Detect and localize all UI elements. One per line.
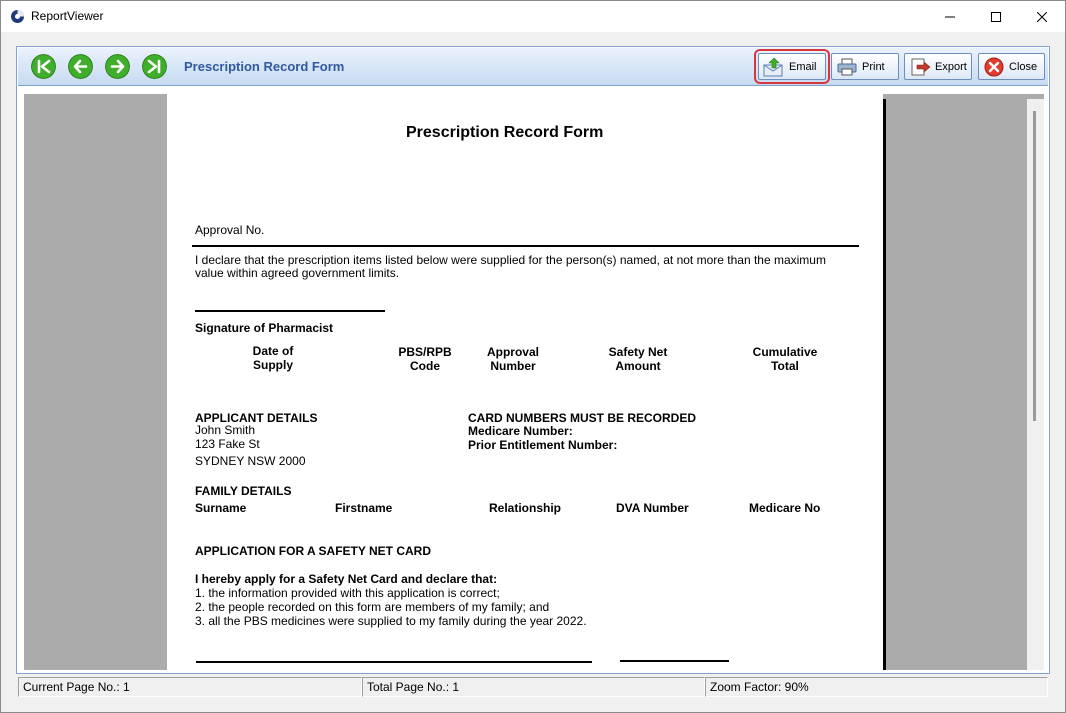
status-bar: Current Page No.: 1 Total Page No.: 1 Zo… bbox=[18, 677, 1048, 697]
applicant-signature-rule bbox=[196, 661, 592, 663]
family-col-relationship: Relationship bbox=[489, 501, 562, 515]
applicant-street: 123 Fake St bbox=[195, 437, 260, 451]
report-viewer-window: ReportViewer Prescription Record Form Em… bbox=[0, 0, 1066, 713]
family-col-medicare-no: Medicare No bbox=[749, 501, 821, 515]
export-button-label: Export bbox=[935, 61, 967, 73]
printer-icon bbox=[837, 58, 857, 76]
declaration-line-1: I declare that the prescription items li… bbox=[195, 253, 826, 267]
next-page-icon[interactable] bbox=[105, 54, 130, 79]
email-button[interactable]: Email bbox=[754, 49, 830, 84]
title-bar: ReportViewer bbox=[1, 1, 1065, 32]
column-safety-net-amount: Safety Net Amount bbox=[608, 345, 668, 373]
date-signature-rule bbox=[620, 660, 729, 662]
report-title: Prescription Record Form bbox=[406, 124, 604, 141]
email-button-label: Email bbox=[789, 61, 817, 73]
prior-entitlement-label: Prior Entitlement Number: bbox=[468, 438, 618, 452]
status-current-page: Current Page No.: 1 bbox=[18, 677, 362, 697]
close-icon bbox=[1037, 11, 1047, 22]
approval-rule bbox=[192, 245, 859, 247]
apply-item-2: 2. the people recorded on this form are … bbox=[195, 600, 550, 614]
column-pbs-code: PBS/RPB Code bbox=[398, 345, 452, 373]
signature-rule bbox=[195, 310, 385, 312]
vertical-scrollbar[interactable] bbox=[1027, 99, 1044, 670]
export-button[interactable]: Export bbox=[904, 53, 972, 80]
family-heading: FAMILY DETAILS bbox=[195, 484, 292, 498]
safety-net-heading: APPLICATION FOR A SAFETY NET CARD bbox=[195, 544, 432, 558]
column-cumulative-total: Cumulative Total bbox=[752, 345, 818, 373]
minimize-icon bbox=[945, 16, 955, 17]
toolbar-report-title: Prescription Record Form bbox=[184, 59, 345, 74]
last-page-icon[interactable] bbox=[142, 54, 167, 79]
email-icon bbox=[763, 57, 783, 77]
minimize-button[interactable] bbox=[927, 1, 973, 32]
close-button-label: Close bbox=[1009, 61, 1038, 73]
close-button[interactable]: Close bbox=[978, 53, 1045, 80]
close-circle-icon bbox=[984, 57, 1004, 77]
family-col-firstname: Firstname bbox=[335, 501, 393, 515]
report-page: Prescription Record Form Approval No. I … bbox=[167, 94, 883, 670]
report-viewport[interactable]: Prescription Record Form Approval No. I … bbox=[24, 94, 1044, 670]
scrollbar-thumb[interactable] bbox=[1033, 111, 1036, 421]
apply-heading: I hereby apply for a Safety Net Card and… bbox=[195, 572, 498, 586]
export-icon bbox=[911, 58, 931, 76]
window-close-button[interactable] bbox=[1019, 1, 1065, 32]
approval-label: Approval No. bbox=[195, 223, 265, 237]
signature-label: Signature of Pharmacist bbox=[195, 321, 334, 335]
previous-page-icon[interactable] bbox=[68, 54, 93, 79]
medicare-number-label: Medicare Number: bbox=[468, 424, 573, 438]
maximize-button[interactable] bbox=[973, 1, 1019, 32]
app-icon bbox=[11, 10, 24, 23]
apply-item-3: 3. all the PBS medicines were supplied t… bbox=[195, 614, 587, 628]
first-page-icon[interactable] bbox=[31, 54, 56, 79]
column-approval-number: Approval Number bbox=[486, 345, 539, 373]
declaration-line-2: value within agreed government limits. bbox=[195, 266, 400, 280]
column-date-of-supply: Date of Supply bbox=[252, 344, 294, 372]
status-total-page: Total Page No.: 1 bbox=[362, 677, 705, 697]
status-zoom: Zoom Factor: 90% bbox=[705, 677, 1048, 697]
print-button-label: Print bbox=[862, 61, 885, 73]
applicant-city: SYDNEY NSW 2000 bbox=[195, 454, 306, 468]
card-heading: CARD NUMBERS MUST BE RECORDED bbox=[468, 411, 697, 425]
window-title: ReportViewer bbox=[31, 9, 104, 23]
toolbar: Prescription Record Form Email Print Exp… bbox=[18, 48, 1048, 86]
family-col-surname: Surname bbox=[195, 501, 247, 515]
page-shadow-edge bbox=[883, 99, 886, 670]
apply-item-1: 1. the information provided with this ap… bbox=[195, 586, 500, 600]
applicant-name: John Smith bbox=[195, 423, 256, 437]
maximize-icon bbox=[991, 11, 1001, 22]
family-col-dva-number: DVA Number bbox=[616, 501, 689, 515]
print-button[interactable]: Print bbox=[831, 53, 899, 80]
